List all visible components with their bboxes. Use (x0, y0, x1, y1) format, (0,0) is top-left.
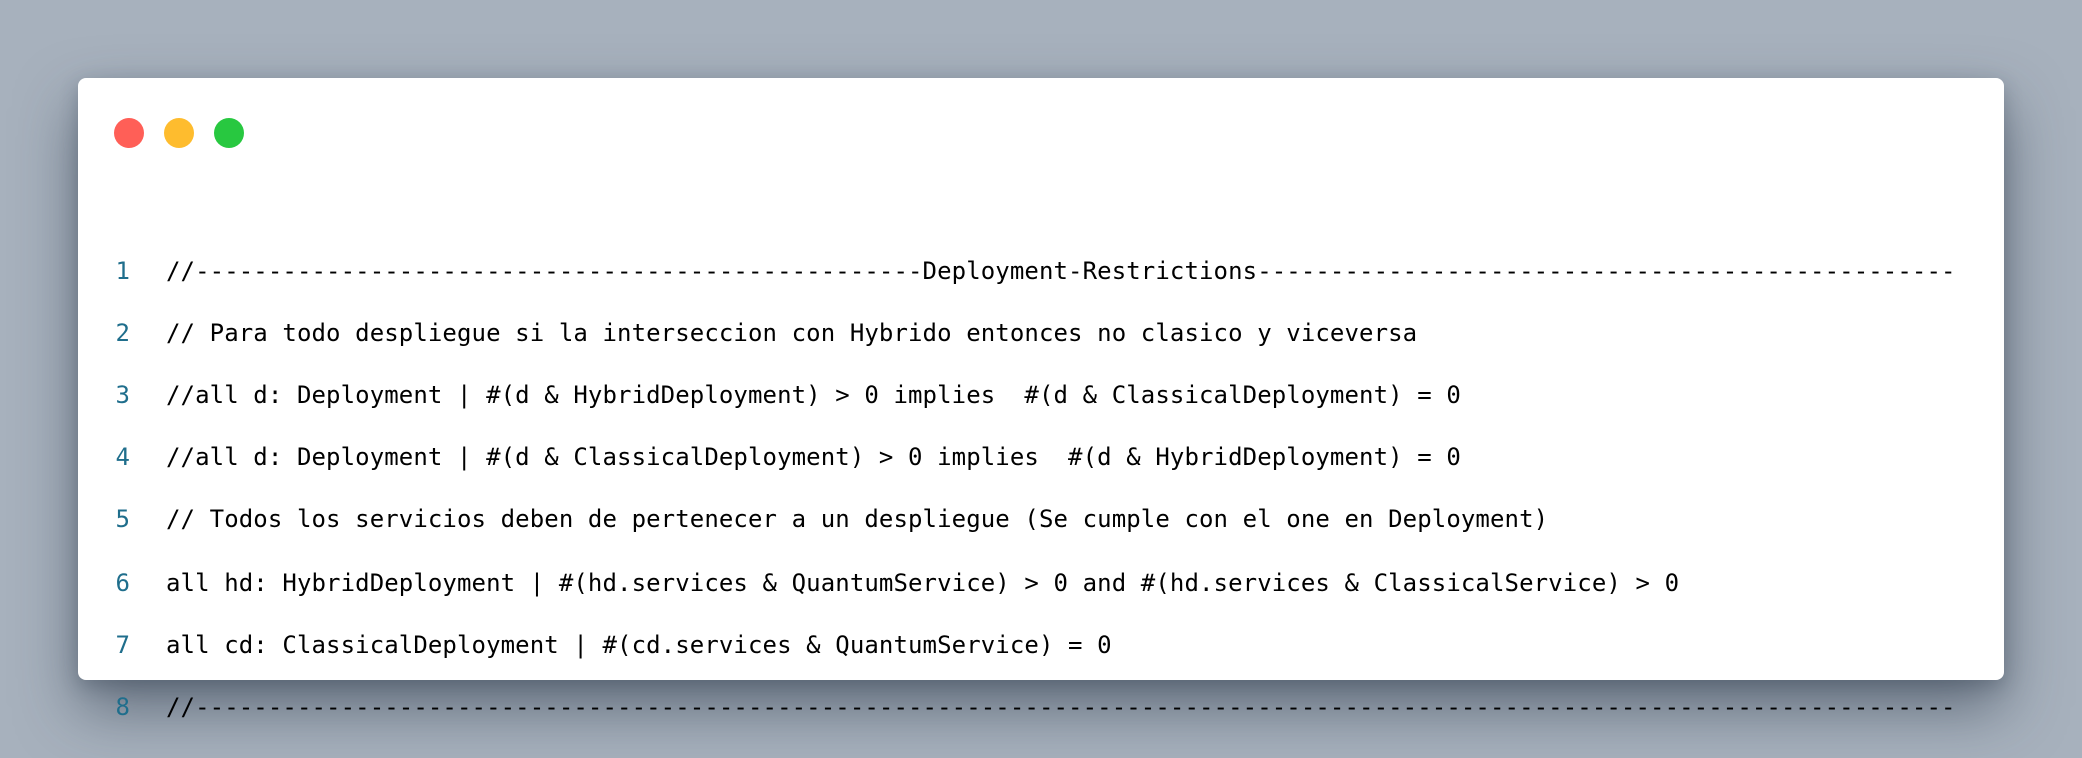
minimize-dot-icon[interactable] (164, 118, 194, 148)
code-line: 7 all cd: ClassicalDeployment | #(cd.ser… (78, 627, 1112, 663)
zoom-dot-icon[interactable] (214, 118, 244, 148)
code-text: all cd: ClassicalDeployment | #(cd.servi… (166, 631, 1112, 659)
code-text: // Todos los servicios deben de pertenec… (166, 505, 1549, 533)
line-number: 4 (115, 443, 130, 471)
window-controls (114, 118, 264, 148)
code-line: 6 all hd: HybridDeployment | #(hd.servic… (78, 565, 1679, 601)
code-line: 4 //all d: Deployment | #(d & ClassicalD… (78, 439, 1461, 475)
line-number: 6 (115, 569, 130, 597)
code-line: 8 //------------------------------------… (78, 689, 1956, 725)
code-window: 1 //------------------------------------… (78, 78, 2004, 721)
code-text: //all d: Deployment | #(d & HybridDeploy… (166, 381, 1461, 409)
line-number: 5 (115, 505, 130, 533)
code-line: 3 //all d: Deployment | #(d & HybridDepl… (78, 377, 1461, 413)
code-text: //--------------------------------------… (166, 257, 1956, 285)
code-text: //--------------------------------------… (166, 693, 1956, 721)
code-text: all hd: HybridDeployment | #(hd.services… (166, 569, 1680, 597)
line-number: 7 (115, 631, 130, 659)
code-text: // Para todo despliegue si la intersecci… (166, 319, 1418, 347)
line-number: 2 (115, 319, 130, 347)
line-number: 8 (115, 693, 130, 721)
code-line: 2 // Para todo despliegue si la intersec… (78, 315, 1418, 351)
code-text: //all d: Deployment | #(d & ClassicalDep… (166, 443, 1461, 471)
code-line: 1 //------------------------------------… (78, 253, 1956, 289)
close-dot-icon[interactable] (114, 118, 144, 148)
line-number: 1 (115, 257, 130, 285)
code-line: 5 // Todos los servicios deben de perten… (78, 501, 1549, 537)
line-number: 3 (115, 381, 130, 409)
